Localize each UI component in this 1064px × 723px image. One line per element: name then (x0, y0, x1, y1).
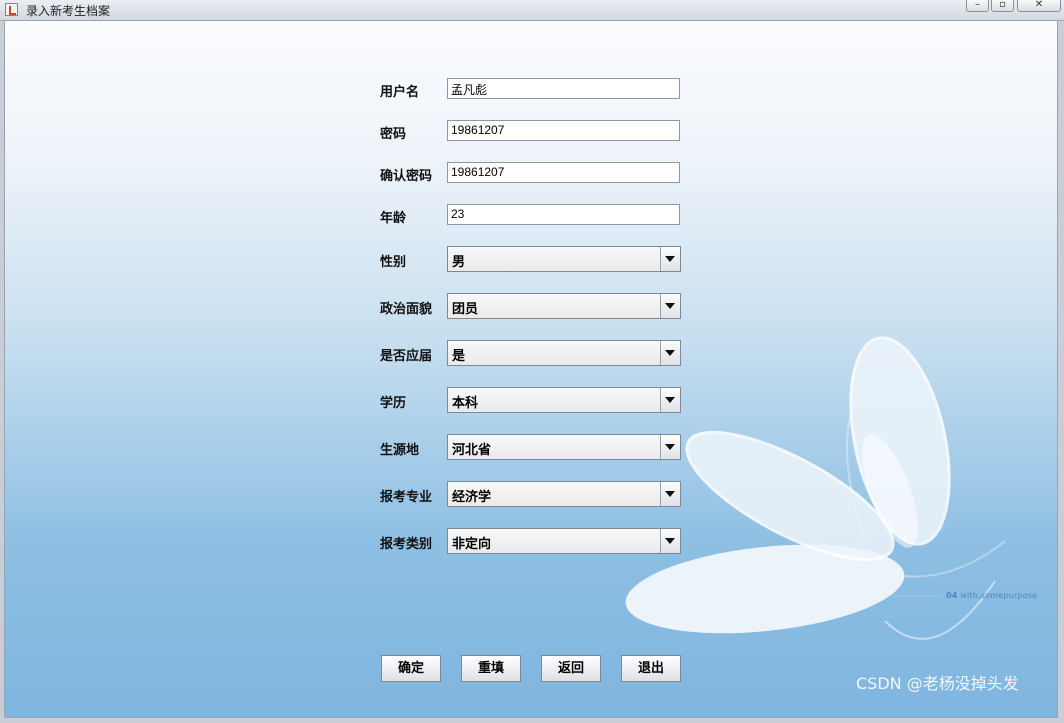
fresh-graduate-label: 是否应届 (380, 349, 433, 364)
major-select[interactable]: 经济学 (447, 481, 681, 507)
chevron-down-icon[interactable] (660, 388, 680, 412)
gender-select[interactable]: 男 (447, 246, 681, 272)
major-label: 报考专业 (380, 490, 433, 505)
exit-button[interactable]: 退出 (621, 655, 681, 682)
confirm-button[interactable]: 确定 (381, 655, 441, 682)
fresh-graduate-select[interactable]: 是 (447, 340, 681, 366)
chevron-down-icon[interactable] (660, 294, 680, 318)
java-app-icon (5, 3, 18, 16)
watermark: CSDN @老杨没掉头发 (856, 674, 1019, 693)
political-status-value: 团员 (452, 302, 479, 317)
political-status-label: 政治面貌 (380, 302, 433, 317)
password-label: 密码 (380, 127, 407, 142)
close-button[interactable]: ✕ (1017, 0, 1061, 12)
education-label: 学历 (380, 396, 407, 411)
chevron-down-icon[interactable] (660, 482, 680, 506)
username-field[interactable]: 孟凡彪 (447, 78, 680, 99)
chevron-down-icon[interactable] (660, 529, 680, 553)
slogan-prefix: 04 (946, 591, 958, 600)
exam-category-value: 非定向 (452, 537, 492, 552)
decoration-slogan: 04 with,somepurpose (946, 591, 1037, 600)
political-status-select[interactable]: 团员 (447, 293, 681, 319)
back-button[interactable]: 返回 (541, 655, 601, 682)
confirm-password-label: 确认密码 (380, 169, 433, 184)
gender-value: 男 (452, 255, 466, 270)
gender-label: 性别 (380, 255, 407, 270)
password-field[interactable]: 19861207 (447, 120, 680, 141)
exam-category-label: 报考类别 (380, 537, 433, 552)
exam-category-select[interactable]: 非定向 (447, 528, 681, 554)
education-value: 本科 (452, 396, 479, 411)
reset-button[interactable]: 重填 (461, 655, 521, 682)
title-bar: 录入新考生档案 – ▫ ✕ (0, 0, 1064, 21)
confirm-password-field[interactable]: 19861207 (447, 162, 680, 183)
fresh-graduate-value: 是 (452, 349, 466, 364)
form-panel: 用户名 孟凡彪 密码 19861207 确认密码 19861207 年龄 23 … (4, 20, 1058, 718)
education-select[interactable]: 本科 (447, 387, 681, 413)
username-label: 用户名 (380, 85, 420, 100)
chevron-down-icon[interactable] (660, 247, 680, 271)
minimize-button[interactable]: – (966, 0, 989, 12)
origin-select[interactable]: 河北省 (447, 434, 681, 460)
origin-label: 生源地 (380, 443, 420, 458)
chevron-down-icon[interactable] (660, 341, 680, 365)
age-label: 年龄 (380, 211, 407, 226)
age-field[interactable]: 23 (447, 204, 680, 225)
window-title: 录入新考生档案 (26, 4, 111, 18)
major-value: 经济学 (452, 490, 492, 505)
chevron-down-icon[interactable] (660, 435, 680, 459)
origin-value: 河北省 (452, 443, 492, 458)
maximize-button[interactable]: ▫ (991, 0, 1014, 12)
slogan-text: with,somepurpose (960, 591, 1038, 600)
